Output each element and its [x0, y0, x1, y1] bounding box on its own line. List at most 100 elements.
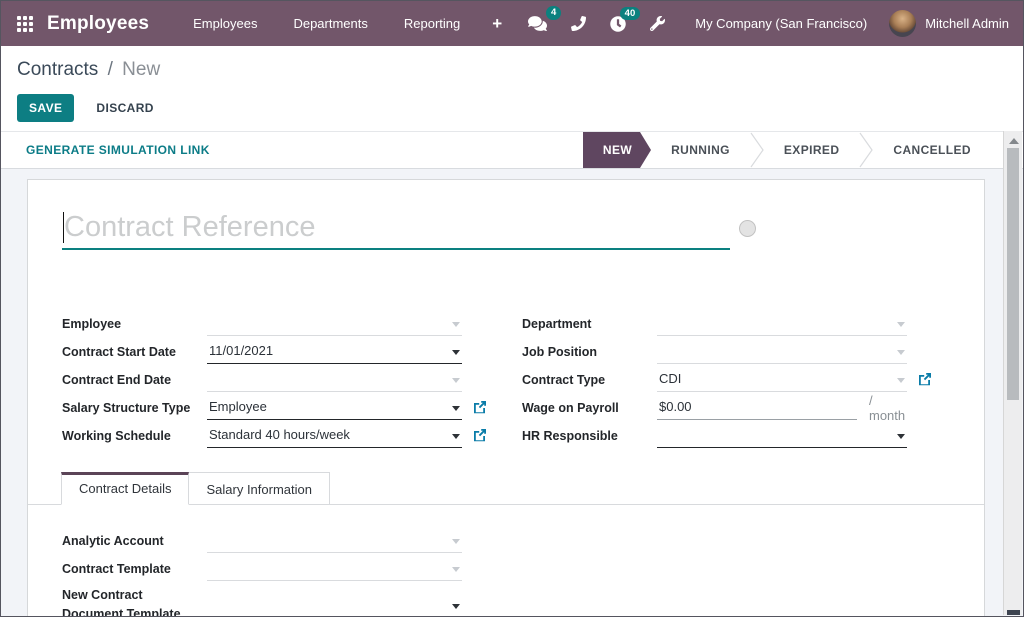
menu-reporting[interactable]: Reporting — [386, 1, 478, 46]
dropdown-caret-icon[interactable] — [897, 350, 905, 355]
breadcrumb-separator: / — [104, 59, 117, 80]
field-label: New Contract Document Template — [62, 583, 207, 616]
contract-details-pane: Analytic Account Contract Template New C… — [62, 527, 462, 616]
dropdown-caret-icon[interactable] — [452, 322, 460, 327]
user-menu[interactable]: Mitchell Admin — [925, 16, 1009, 31]
form-statusbar: GENERATE SIMULATION LINK NEW RUNNING EXP… — [1, 131, 1023, 169]
tab-salary-information[interactable]: Salary Information — [189, 472, 330, 505]
wage-on-payroll-input[interactable] — [657, 399, 857, 416]
field-row-wage-on-payroll: Wage on Payroll / month — [522, 394, 907, 422]
contract-reference-row — [62, 206, 950, 250]
menu-employees[interactable]: Employees — [175, 1, 275, 46]
scrollbar-down-button[interactable] — [1007, 610, 1020, 615]
dropdown-caret-icon[interactable] — [897, 378, 905, 383]
app-title[interactable]: Employees — [47, 13, 149, 35]
external-link-button[interactable] — [472, 400, 487, 415]
breadcrumb-contracts-link[interactable]: Contracts — [17, 59, 98, 80]
contract-type-field — [657, 369, 907, 392]
field-row-hr-responsible: HR Responsible — [522, 422, 907, 450]
field-row-job-position: Job Position — [522, 338, 907, 366]
external-link-button[interactable] — [917, 372, 932, 387]
vertical-scrollbar[interactable] — [1003, 131, 1022, 615]
dropdown-caret-icon[interactable] — [452, 604, 460, 609]
field-row-department: Department — [522, 310, 907, 338]
add-menu-icon[interactable]: + — [478, 14, 516, 34]
job-position-field — [657, 341, 907, 364]
apps-menu-icon[interactable] — [17, 16, 33, 32]
field-row-new-contract-document-template: New Contract Document Template — [62, 583, 462, 616]
stage-new[interactable]: NEW — [583, 132, 651, 168]
scrollbar-up-arrow[interactable] — [1009, 138, 1019, 144]
dropdown-caret-icon[interactable] — [452, 434, 460, 439]
contract-template-field — [207, 558, 462, 581]
stage-cancelled[interactable]: CANCELLED — [873, 132, 991, 168]
wrench-icon — [650, 16, 665, 31]
scrollbar-thumb[interactable] — [1007, 148, 1019, 400]
save-button[interactable]: SAVE — [17, 94, 74, 122]
voip-button[interactable] — [559, 16, 598, 31]
generate-simulation-link-button[interactable]: GENERATE SIMULATION LINK — [26, 143, 210, 157]
hr-responsible-input[interactable] — [657, 427, 907, 444]
activities-badge: 40 — [620, 7, 641, 21]
stage-arrow-tip — [640, 132, 651, 168]
field-label: Wage on Payroll — [522, 401, 657, 415]
field-label: Job Position — [522, 345, 657, 359]
menu-departments[interactable]: Departments — [275, 1, 385, 46]
form-view: Employee Contract Start Date — [1, 169, 1023, 616]
form-sheet: Employee Contract Start Date — [27, 179, 985, 616]
text-cursor — [63, 212, 64, 243]
dropdown-caret-icon[interactable] — [452, 406, 460, 411]
activities-button[interactable]: 40 — [598, 16, 638, 32]
stage-running[interactable]: RUNNING — [651, 132, 750, 168]
field-grid: Employee Contract Start Date — [62, 310, 950, 450]
tab-contract-details[interactable]: Contract Details — [61, 472, 189, 505]
field-label: HR Responsible — [522, 429, 657, 443]
dropdown-caret-icon[interactable] — [452, 567, 460, 572]
stage-separator-icon — [859, 132, 873, 168]
field-label: Working Schedule — [62, 429, 207, 443]
field-label: Contract Type — [522, 373, 657, 387]
new-contract-document-template-input[interactable] — [207, 598, 462, 615]
field-row-contract-template: Contract Template — [62, 555, 462, 583]
external-link-icon — [918, 372, 932, 386]
salary-structure-type-input[interactable] — [207, 399, 462, 416]
stage-expired[interactable]: EXPIRED — [764, 132, 859, 168]
wage-on-payroll-field — [657, 397, 857, 420]
department-input[interactable] — [657, 315, 907, 332]
kanban-state-circle[interactable] — [739, 220, 756, 237]
contract-end-date-input[interactable] — [207, 371, 462, 388]
working-schedule-input[interactable] — [207, 427, 462, 444]
avatar[interactable] — [889, 10, 916, 37]
stage-pipeline: NEW RUNNING EXPIRED CANCELLED — [583, 132, 991, 168]
employee-field — [207, 313, 462, 336]
contract-reference-wrap — [62, 206, 730, 250]
dropdown-caret-icon[interactable] — [452, 539, 460, 544]
field-row-contract-start-date: Contract Start Date — [62, 338, 462, 366]
analytic-account-input[interactable] — [207, 532, 462, 549]
field-label: Contract Template — [62, 562, 207, 576]
messages-button[interactable]: 4 — [516, 15, 559, 32]
company-switcher[interactable]: My Company (San Francisco) — [695, 16, 867, 31]
external-link-icon — [473, 428, 487, 442]
chat-bubbles-icon — [528, 15, 547, 32]
external-link-icon — [473, 400, 487, 414]
contract-start-date-input[interactable] — [207, 343, 462, 360]
tools-button[interactable] — [638, 16, 677, 31]
dropdown-caret-icon[interactable] — [897, 434, 905, 439]
breadcrumb: Contracts / New — [17, 59, 1007, 81]
field-row-contract-type: Contract Type — [522, 366, 907, 394]
action-buttons: SAVE DISCARD — [17, 94, 1007, 122]
phone-icon — [571, 16, 586, 31]
contract-reference-input[interactable] — [62, 206, 730, 248]
right-column: Department Job Position — [522, 310, 907, 450]
job-position-input[interactable] — [657, 343, 907, 360]
dropdown-caret-icon[interactable] — [897, 322, 905, 327]
dropdown-caret-icon[interactable] — [452, 378, 460, 383]
employee-input[interactable] — [207, 315, 462, 332]
external-link-button[interactable] — [472, 428, 487, 443]
contract-template-input[interactable] — [207, 560, 462, 577]
discard-button[interactable]: DISCARD — [84, 94, 165, 122]
stage-separator-icon — [750, 132, 764, 168]
dropdown-caret-icon[interactable] — [452, 350, 460, 355]
contract-type-input[interactable] — [657, 371, 907, 388]
